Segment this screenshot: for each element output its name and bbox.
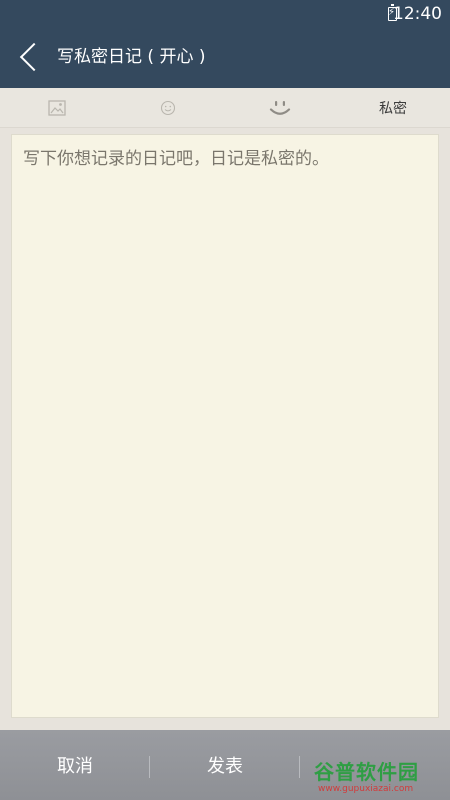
publish-button[interactable]: 发表 — [150, 730, 300, 800]
smile-mood-icon — [269, 101, 291, 115]
watermark-url: www.gupuxiazai.com — [318, 784, 414, 794]
private-toggle[interactable]: 私密 — [363, 88, 423, 128]
status-bar: 12:40 — [0, 0, 450, 28]
editor-toolbar: 私密 — [0, 88, 450, 128]
diary-placeholder: 写下你想记录的日记吧，日记是私密的。 — [23, 149, 329, 169]
insert-image-button[interactable] — [27, 88, 87, 128]
emoji-icon — [160, 100, 176, 116]
cancel-button[interactable]: 取消 — [0, 730, 150, 800]
diary-text-area[interactable]: 写下你想记录的日记吧，日记是私密的。 — [11, 134, 439, 718]
app-bar: 写私密日记 ( 开心 ) — [0, 28, 450, 88]
back-button[interactable] — [10, 38, 50, 78]
status-time: 12:40 — [393, 4, 442, 24]
image-icon — [48, 100, 66, 116]
back-arrow-icon — [19, 42, 49, 72]
site-watermark-logo: 谷普软件园 www.gupuxiazai.com — [312, 756, 450, 800]
watermark-brand: 谷普软件园 — [314, 760, 419, 784]
page-title: 写私密日记 ( 开心 ) — [57, 47, 206, 67]
mood-button[interactable] — [250, 88, 310, 128]
divider — [299, 756, 300, 778]
insert-emoji-button[interactable] — [138, 88, 198, 128]
